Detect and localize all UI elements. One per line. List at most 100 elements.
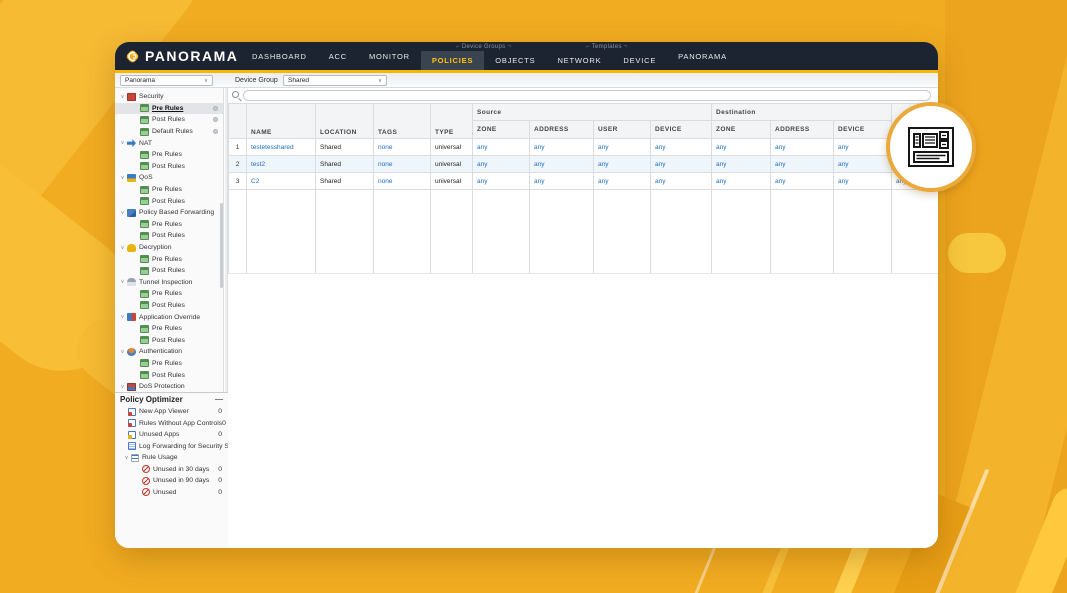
dst-zone-link[interactable]: any bbox=[711, 155, 771, 173]
device-group-select[interactable]: Shared ∨ bbox=[283, 75, 387, 86]
tree-item-nat[interactable]: ∨ NAT bbox=[115, 137, 223, 149]
src-address-link[interactable]: any bbox=[529, 155, 594, 173]
tree-item-pbf-pre-rules[interactable]: Pre Rules bbox=[115, 219, 223, 231]
tree-item-pbf[interactable]: ∨ Policy Based Forwarding bbox=[115, 207, 223, 219]
tree-item-app-override-pre-rules[interactable]: Pre Rules bbox=[115, 323, 223, 335]
rules-icon bbox=[140, 289, 149, 298]
col-header-src-zone[interactable]: ZONE bbox=[472, 120, 530, 139]
dst-device-link[interactable]: any bbox=[833, 138, 892, 156]
policy-tree: ∨ Security Pre Rules Post Rules Default R… bbox=[115, 91, 223, 392]
tab-monitor[interactable]: MONITOR bbox=[358, 42, 421, 70]
src-device-link[interactable]: any bbox=[650, 172, 712, 190]
tree-item-qos-post-rules[interactable]: Post Rules bbox=[115, 195, 223, 207]
tree-item-qos-pre-rules[interactable]: Pre Rules bbox=[115, 184, 223, 196]
tree-item-security[interactable]: ∨ Security bbox=[115, 91, 223, 103]
dst-address-link[interactable]: any bbox=[770, 138, 834, 156]
tree-item-tunnel-pre-rules[interactable]: Pre Rules bbox=[115, 288, 223, 300]
po-item-new-app-viewer[interactable]: New App Viewer 0 bbox=[115, 406, 228, 418]
context-select[interactable]: Panorama ∨ bbox=[120, 75, 213, 86]
rule-tags-link[interactable]: none bbox=[373, 172, 431, 190]
table-row[interactable]: 3 C2 Shared none universal any any any a… bbox=[228, 172, 938, 190]
src-user-link[interactable]: any bbox=[593, 172, 651, 190]
src-zone-link[interactable]: any bbox=[472, 172, 530, 190]
tree-item-auth-pre-rules[interactable]: Pre Rules bbox=[115, 358, 223, 370]
dst-device-link[interactable]: any bbox=[833, 155, 892, 173]
dst-zone-link[interactable]: any bbox=[711, 138, 771, 156]
tree-item-decryption-post-rules[interactable]: Post Rules bbox=[115, 265, 223, 277]
src-device-link[interactable]: any bbox=[650, 155, 712, 173]
tree-item-security-default-rules[interactable]: Default Rules bbox=[115, 126, 223, 138]
src-user-link[interactable]: any bbox=[593, 155, 651, 173]
rule-tags-link[interactable]: none bbox=[373, 155, 431, 173]
src-user-link[interactable]: any bbox=[593, 138, 651, 156]
tab-objects[interactable]: OBJECTS bbox=[484, 51, 546, 70]
src-address-link[interactable]: any bbox=[529, 172, 594, 190]
col-header-dst-device[interactable]: DEVICE bbox=[833, 120, 892, 139]
col-header-src-address[interactable]: ADDRESS bbox=[529, 120, 594, 139]
clone-icon bbox=[213, 105, 218, 111]
table-row[interactable]: 2 test2 Shared none universal any any an… bbox=[228, 155, 938, 173]
col-header-tags[interactable]: TAGS bbox=[373, 103, 431, 139]
col-header-dst-address[interactable]: ADDRESS bbox=[770, 120, 834, 139]
col-header-src-user[interactable]: USER bbox=[593, 120, 651, 139]
po-item-unused[interactable]: Unused 0 bbox=[115, 487, 228, 499]
tab-acc[interactable]: ACC bbox=[318, 42, 358, 70]
tree-item-nat-post-rules[interactable]: Post Rules bbox=[115, 161, 223, 173]
tree-item-decryption[interactable]: ∨ Decryption bbox=[115, 242, 223, 254]
tab-network[interactable]: NETWORK bbox=[546, 51, 612, 70]
tree-item-app-override[interactable]: ∨ Application Override bbox=[115, 311, 223, 323]
po-item-rule-usage[interactable]: ∨ Rule Usage bbox=[115, 452, 228, 464]
col-header-name[interactable]: NAME bbox=[246, 103, 316, 139]
rule-location: Shared bbox=[315, 138, 374, 156]
rule-name-link[interactable]: test2 bbox=[246, 155, 316, 173]
qos-icon bbox=[127, 173, 136, 182]
po-item-unused-30-days[interactable]: Unused in 30 days 0 bbox=[115, 464, 228, 476]
col-header-src-device[interactable]: DEVICE bbox=[650, 120, 712, 139]
chevron-down-icon: ∨ bbox=[203, 77, 208, 84]
col-header-dst-zone[interactable]: ZONE bbox=[711, 120, 771, 139]
dst-zone-link[interactable]: any bbox=[711, 172, 771, 190]
dst-address-link[interactable]: any bbox=[770, 172, 834, 190]
tree-item-qos[interactable]: ∨ QoS bbox=[115, 172, 223, 184]
tree-item-auth-post-rules[interactable]: Post Rules bbox=[115, 369, 223, 381]
tree-item-authentication[interactable]: ∨ Authentication bbox=[115, 346, 223, 358]
top-navbar: PANORAMA DASHBOARD ACC MONITOR Device Gr… bbox=[115, 42, 938, 70]
table-row[interactable]: 1 testetesshared Shared none universal a… bbox=[228, 138, 938, 156]
src-zone-link[interactable]: any bbox=[472, 155, 530, 173]
count-badge: 0 bbox=[218, 477, 222, 485]
tree-item-app-override-post-rules[interactable]: Post Rules bbox=[115, 334, 223, 346]
src-zone-link[interactable]: any bbox=[472, 138, 530, 156]
policy-optimizer-title: Policy Optimizer bbox=[120, 395, 183, 404]
src-address-link[interactable]: any bbox=[529, 138, 594, 156]
col-header-type[interactable]: TYPE bbox=[430, 103, 473, 139]
chevron-down-icon: ∨ bbox=[120, 314, 125, 321]
dst-device-link[interactable]: any bbox=[833, 172, 892, 190]
tree-item-security-pre-rules[interactable]: Pre Rules bbox=[115, 102, 223, 115]
tree-item-tunnel-post-rules[interactable]: Post Rules bbox=[115, 300, 223, 312]
src-device-link[interactable]: any bbox=[650, 138, 712, 156]
tab-dashboard[interactable]: DASHBOARD bbox=[241, 42, 318, 70]
tree-item-tunnel-inspection[interactable]: ∨ Tunnel Inspection bbox=[115, 277, 223, 289]
search-input[interactable] bbox=[243, 90, 931, 101]
rule-name-link[interactable]: C2 bbox=[246, 172, 316, 190]
tab-device[interactable]: DEVICE bbox=[612, 51, 667, 70]
sidebar-scrollbar[interactable] bbox=[220, 203, 223, 288]
col-header-location[interactable]: LOCATION bbox=[315, 103, 374, 139]
tree-item-decryption-pre-rules[interactable]: Pre Rules bbox=[115, 253, 223, 265]
tab-panorama[interactable]: PANORAMA bbox=[667, 42, 738, 70]
unused-apps-icon bbox=[128, 430, 136, 439]
tree-item-pbf-post-rules[interactable]: Post Rules bbox=[115, 230, 223, 242]
tree-item-nat-pre-rules[interactable]: Pre Rules bbox=[115, 149, 223, 161]
rules-icon bbox=[140, 150, 149, 159]
tree-item-dos-protection[interactable]: ∨ DoS Protection bbox=[115, 381, 223, 393]
po-item-unused-apps[interactable]: Unused Apps 0 bbox=[115, 429, 228, 441]
po-item-rules-without-app-controls[interactable]: Rules Without App Controls 0 bbox=[115, 418, 228, 430]
collapse-panel-button[interactable]: — bbox=[215, 395, 223, 404]
po-item-unused-90-days[interactable]: Unused in 90 days 0 bbox=[115, 475, 228, 487]
dst-address-link[interactable]: any bbox=[770, 155, 834, 173]
rule-tags-link[interactable]: none bbox=[373, 138, 431, 156]
tree-item-security-post-rules[interactable]: Post Rules bbox=[115, 114, 223, 126]
tab-policies[interactable]: POLICIES bbox=[420, 51, 485, 70]
rule-name-link[interactable]: testetesshared bbox=[246, 138, 316, 156]
po-item-log-forwarding[interactable]: Log Forwarding for Security Ser bbox=[115, 441, 228, 453]
